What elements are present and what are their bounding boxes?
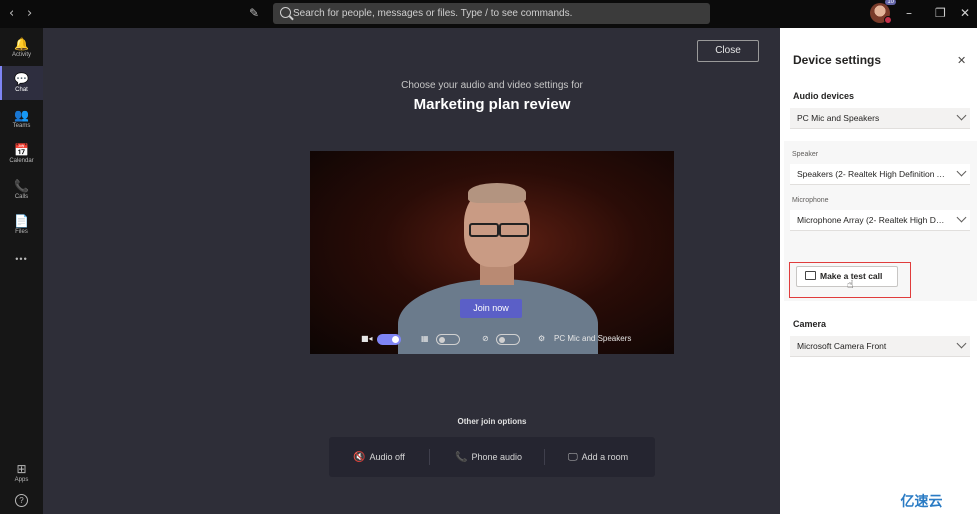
- compose-icon[interactable]: ✎: [249, 6, 259, 20]
- chevron-down-icon: [956, 166, 967, 177]
- speaker-off-icon: 🔇: [353, 452, 366, 463]
- rail-label: Files: [15, 229, 28, 235]
- file-icon: 📄: [14, 214, 29, 228]
- divider: [544, 449, 545, 465]
- divider: [429, 449, 430, 465]
- search-box[interactable]: Search for people, messages or files. Ty…: [273, 3, 710, 24]
- rail-label: Teams: [12, 123, 31, 129]
- rail-item-apps[interactable]: ⊞ Apps: [0, 456, 43, 490]
- calendar-icon: 📅: [14, 143, 29, 157]
- speaker-select[interactable]: Speakers (2- Realtek High Definition Aud…: [790, 164, 970, 185]
- gear-icon[interactable]: ⚙: [538, 332, 545, 346]
- device-settings-panel: Device settings ✕ Audio devices PC Mic a…: [780, 28, 977, 514]
- search-icon: [280, 7, 291, 18]
- pointer-cursor-icon: ☝: [847, 278, 854, 291]
- apps-icon: ⊞: [16, 462, 27, 476]
- test-call-icon: [805, 271, 816, 281]
- watermark-logo: 亿速云: [866, 489, 977, 514]
- microphone-label: Microphone: [792, 197, 829, 204]
- room-icon: 🖵: [568, 452, 578, 463]
- back-icon[interactable]: ‹: [9, 6, 14, 21]
- close-icon[interactable]: ✕: [957, 54, 966, 67]
- phone-icon: 📞: [14, 179, 29, 193]
- prejoin-stage: Close Choose your audio and video settin…: [43, 28, 780, 514]
- glasses: [465, 223, 529, 237]
- audio-device-select[interactable]: PC Mic and Speakers: [790, 108, 970, 129]
- rail-item-teams[interactable]: 👥 Teams: [0, 102, 43, 136]
- microphone-select[interactable]: Microphone Array (2- Realtek High Defini…: [790, 210, 970, 231]
- rail-item-activity[interactable]: 🔔 Activity: [0, 31, 43, 65]
- chevron-down-icon: [956, 338, 967, 349]
- select-value: Speakers (2- Realtek High Definition Aud…: [797, 169, 949, 179]
- notification-badge: 10: [885, 0, 896, 5]
- camera-label: Camera: [793, 319, 827, 329]
- teams-icon: 👥: [14, 108, 29, 122]
- mic-toggle[interactable]: [496, 334, 520, 345]
- join-now-button[interactable]: Join now: [460, 299, 522, 318]
- rail-item-calls[interactable]: 📞 Calls: [0, 173, 43, 207]
- person-hair: [468, 183, 526, 203]
- avatar[interactable]: 10: [870, 0, 896, 24]
- select-value: Microphone Array (2- Realtek High Defini…: [797, 215, 949, 225]
- app-rail: 🔔 Activity 💬 Chat 👥 Teams 📅 Calendar 📞 C…: [0, 28, 43, 514]
- camera-select[interactable]: Microsoft Camera Front: [790, 336, 970, 357]
- video-preview: Join now ■◂ ▦ ⊘ ⚙ PC Mic and Speakers: [310, 151, 674, 354]
- rail-label: Calls: [14, 194, 29, 200]
- search-input[interactable]: Search for people, messages or files. Ty…: [293, 8, 572, 19]
- more-apps-icon[interactable]: •••: [0, 254, 43, 264]
- chevron-down-icon: [956, 110, 967, 121]
- device-settings-link[interactable]: PC Mic and Speakers: [554, 332, 631, 346]
- panel-title: Device settings: [793, 53, 882, 67]
- add-room-option[interactable]: 🖵 Add a room: [568, 437, 628, 477]
- camera-toggle[interactable]: [377, 334, 401, 345]
- option-label: Add a room: [581, 452, 629, 462]
- option-label: Phone audio: [471, 452, 522, 462]
- minimize-button[interactable]: –: [906, 6, 912, 20]
- chevron-down-icon: [956, 212, 967, 223]
- maximize-button[interactable]: ❐: [935, 6, 946, 20]
- blur-toggle[interactable]: [436, 334, 460, 345]
- select-value: PC Mic and Speakers: [797, 113, 880, 123]
- close-window-button[interactable]: ✕: [960, 6, 970, 20]
- bell-icon: 🔔: [14, 37, 29, 51]
- option-label: Audio off: [369, 452, 405, 462]
- chat-icon: 💬: [14, 72, 29, 86]
- camera-icon: ■◂: [361, 334, 373, 343]
- rail-label: Activity: [11, 52, 31, 58]
- select-value: Microsoft Camera Front: [797, 341, 887, 351]
- rail-label: Chat: [15, 87, 28, 93]
- help-glyph: ?: [15, 494, 28, 507]
- background-blur-icon: ▦: [421, 334, 429, 343]
- rail-item-chat[interactable]: 💬 Chat: [0, 66, 43, 100]
- rail-item-files[interactable]: 📄 Files: [0, 208, 43, 242]
- presence-status-icon: [884, 16, 892, 24]
- audio-off-option[interactable]: 🔇 Audio off: [353, 437, 405, 477]
- speaker-label: Speaker: [792, 151, 819, 158]
- audio-devices-label: Audio devices: [793, 91, 855, 101]
- rail-label: Apps: [14, 477, 29, 483]
- phone-audio-option[interactable]: 📞 Phone audio: [455, 437, 522, 477]
- phone-icon: 📞: [455, 452, 468, 463]
- forward-icon[interactable]: ›: [27, 6, 32, 21]
- mic-off-icon: ⊘: [482, 334, 489, 343]
- title-bar: ‹ › ✎ Search for people, messages or fil…: [0, 0, 977, 28]
- rail-item-calendar[interactable]: 📅 Calendar: [0, 137, 43, 171]
- close-button[interactable]: Close: [697, 40, 759, 62]
- rail-label: Calendar: [9, 158, 34, 164]
- other-join-options: 🔇 Audio off 📞 Phone audio 🖵 Add a room: [329, 437, 655, 477]
- help-icon[interactable]: ?: [0, 494, 43, 507]
